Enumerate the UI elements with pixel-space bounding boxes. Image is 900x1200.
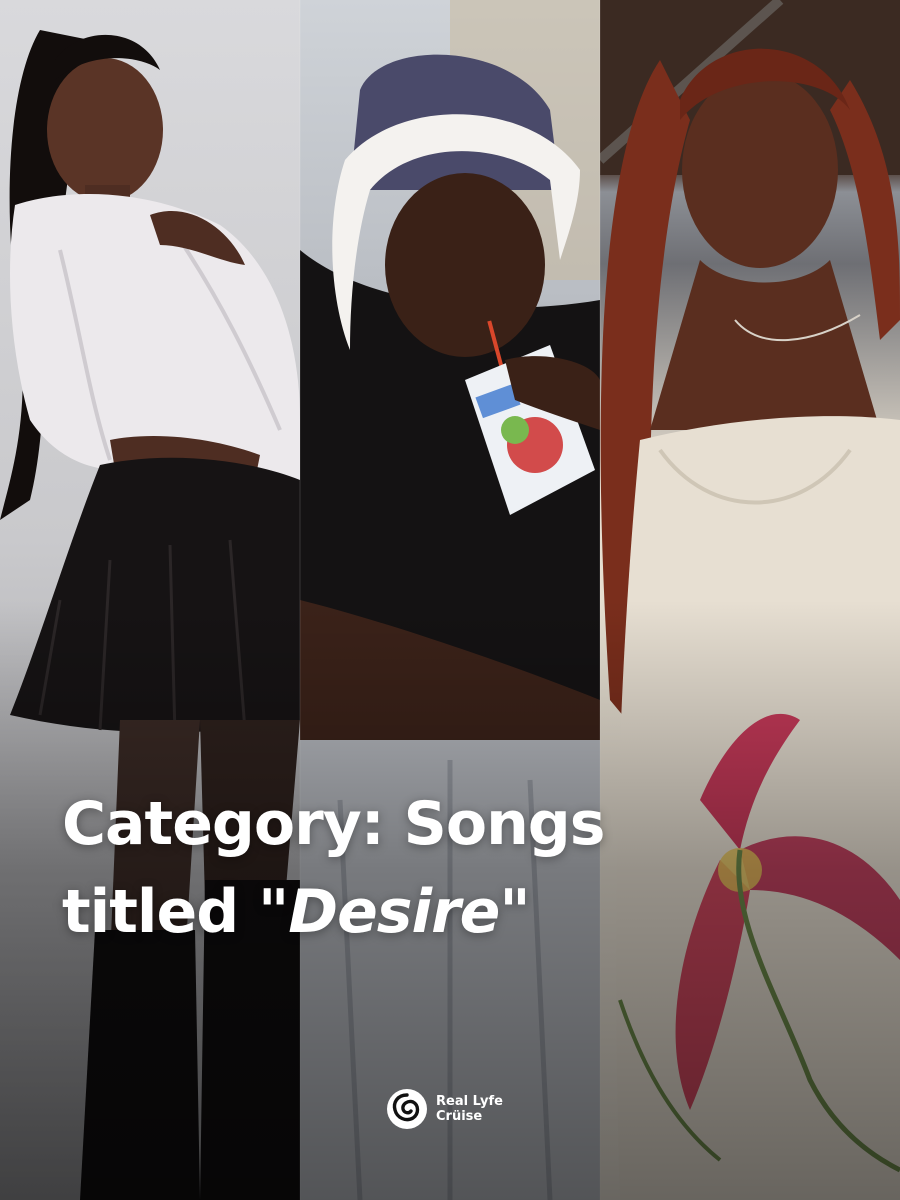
brand-name-line-1: Real Lyfe [436,1094,503,1109]
swirl-logo-icon [387,1089,427,1129]
cover-graphic: Category: Songs titled "Desire" Real Lyf… [0,0,900,1200]
headline-line-1: Category: Songs [62,789,605,859]
brand-name: Real Lyfe Crüise [436,1094,503,1124]
brand-name-line-2: Crüise [436,1109,483,1124]
man-middle-figure [300,0,600,1200]
headline-line-2: titled "Desire" [62,868,682,956]
headline-line-2-suffix: " [499,877,530,947]
photo-panel-right [600,0,900,1200]
brand-mark: Real Lyfe Crüise [386,1088,503,1130]
headline-line-2-prefix: titled " [62,877,289,947]
woman-right-figure [600,0,900,1200]
photo-panel-left [0,0,300,1200]
photo-collage [0,0,900,1200]
headline-song-title: Desire [288,877,500,947]
woman-left-figure [0,30,300,1200]
panel-divider [299,0,301,1200]
headline: Category: Songs titled "Desire" [62,780,682,956]
panel-divider [599,0,601,1200]
photo-panel-middle [300,0,600,1200]
